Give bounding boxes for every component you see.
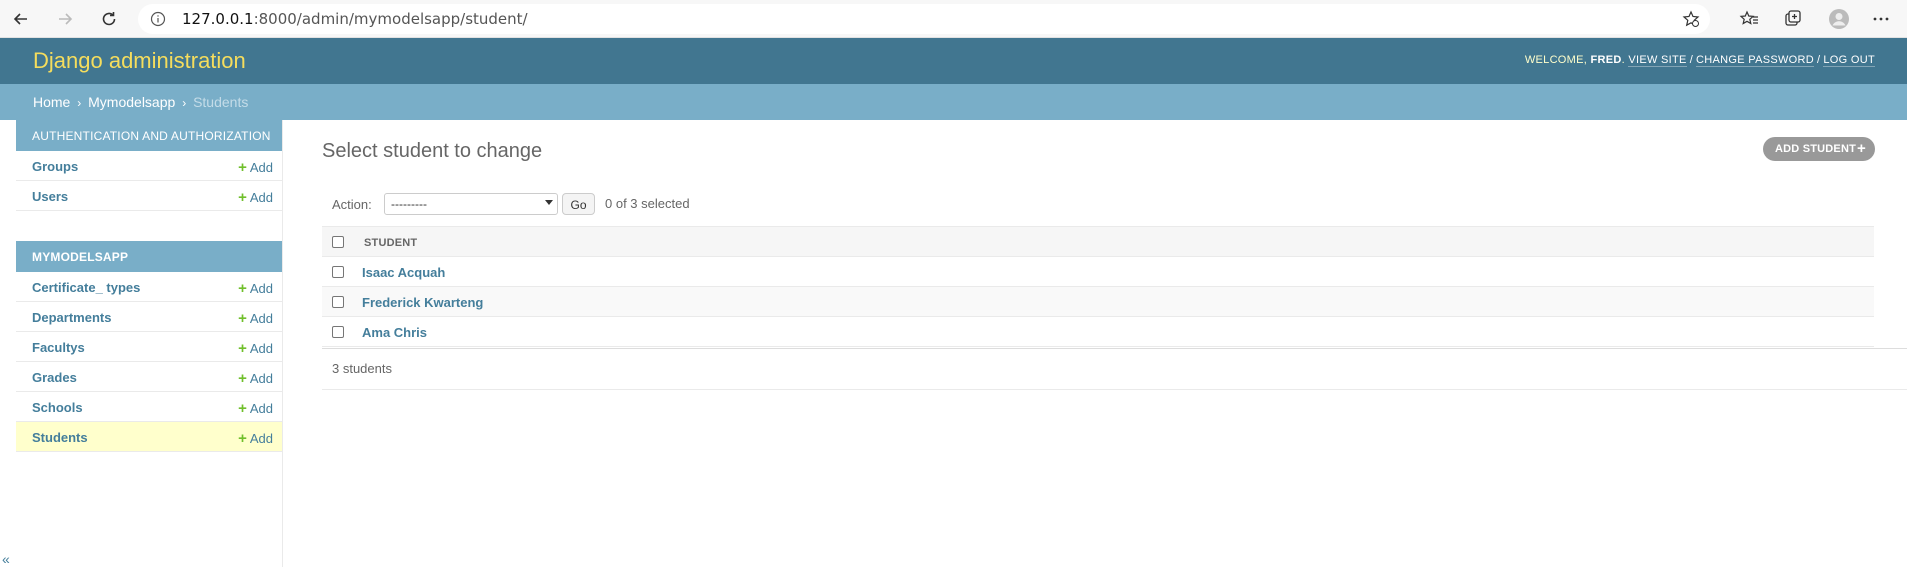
add-certificate-types-link[interactable]: + Add — [238, 280, 273, 297]
breadcrumb-app[interactable]: Mymodelsapp — [88, 94, 175, 110]
action-label: Action: — [332, 197, 372, 212]
view-site-link[interactable]: View site — [1628, 54, 1687, 67]
sidebar-item-students: Students + Add — [16, 422, 282, 452]
username: Fred — [1590, 54, 1622, 66]
sidebar-item-users: Users + Add — [16, 181, 282, 211]
profile-icon[interactable] — [1828, 8, 1850, 30]
table-header: Student — [322, 226, 1874, 257]
nav-sidebar: Authentication and Authorization Groups … — [16, 120, 283, 567]
breadcrumb-current: Students — [193, 94, 249, 110]
sidebar-item-groups: Groups + Add — [16, 151, 282, 181]
favorite-add-icon[interactable] — [1682, 10, 1700, 28]
table-row: Isaac Acquah — [322, 257, 1874, 287]
add-groups-link[interactable]: + Add — [238, 159, 273, 176]
favorites-icon[interactable] — [1738, 8, 1760, 30]
paginator: 3 students — [322, 348, 1907, 390]
action-bar: Action: --------- Go 0 of 3 selected — [322, 187, 1874, 223]
row-checkbox[interactable] — [332, 326, 344, 338]
student-link[interactable]: Ama Chris — [362, 325, 427, 340]
chevron-down-icon — [545, 200, 553, 205]
selection-counter: 0 of 3 selected — [605, 196, 690, 211]
plus-icon: + — [238, 280, 247, 297]
sidebar-item-certificate-types: Certificate_ types + Add — [16, 272, 282, 302]
add-schools-link[interactable]: + Add — [238, 400, 273, 417]
admin-header: Django administration Welcome, Fred. Vie… — [0, 38, 1907, 84]
model-link-groups[interactable]: Groups — [32, 159, 78, 174]
result-list: Student Isaac Acquah Frederick Kwarteng … — [322, 226, 1874, 347]
model-link-certificate-types[interactable]: Certificate_ types — [32, 280, 140, 295]
plus-icon: + — [238, 400, 247, 417]
plus-icon: + — [238, 430, 247, 447]
plus-icon: + — [238, 340, 247, 357]
breadcrumb-home[interactable]: Home — [33, 94, 70, 110]
site-branding[interactable]: Django administration — [33, 48, 246, 74]
model-link-departments[interactable]: Departments — [32, 310, 111, 325]
module-caption-mymodelsapp[interactable]: Mymodelsapp — [16, 241, 282, 272]
select-all-checkbox[interactable] — [332, 236, 344, 248]
plus-icon: + — [238, 189, 247, 206]
go-button[interactable]: Go — [562, 193, 595, 215]
url-text: 127.0.0.1:8000/admin/mymodelsapp/student… — [182, 10, 528, 28]
table-row: Frederick Kwarteng — [322, 287, 1874, 317]
student-link[interactable]: Frederick Kwarteng — [362, 295, 483, 310]
sidebar-item-grades: Grades + Add — [16, 362, 282, 392]
add-facultys-link[interactable]: + Add — [238, 340, 273, 357]
module-caption-auth[interactable]: Authentication and Authorization — [16, 120, 282, 151]
refresh-icon[interactable] — [96, 6, 122, 32]
collections-icon[interactable] — [1782, 8, 1804, 30]
plus-icon: + — [238, 159, 247, 176]
log-out-link[interactable]: Log out — [1823, 54, 1875, 67]
model-link-students[interactable]: Students — [32, 430, 88, 445]
row-checkbox[interactable] — [332, 296, 344, 308]
row-checkbox[interactable] — [332, 266, 344, 278]
table-row: Ama Chris — [322, 317, 1874, 347]
model-link-grades[interactable]: Grades — [32, 370, 77, 385]
page-title: Select student to change — [322, 140, 543, 162]
plus-icon: + — [238, 310, 247, 327]
action-select[interactable]: --------- — [384, 193, 558, 215]
add-grades-link[interactable]: + Add — [238, 370, 273, 387]
sidebar-item-schools: Schools + Add — [16, 392, 282, 422]
add-users-link[interactable]: + Add — [238, 189, 273, 206]
info-icon[interactable] — [150, 11, 166, 27]
plus-icon: + — [238, 370, 247, 387]
model-link-schools[interactable]: Schools — [32, 400, 83, 415]
model-link-users[interactable]: Users — [32, 189, 68, 204]
add-students-link[interactable]: + Add — [238, 430, 273, 447]
model-link-facultys[interactable]: Facultys — [32, 340, 85, 355]
user-tools: Welcome, Fred. View site / Change password… — [1524, 54, 1875, 67]
back-arrow-icon[interactable] — [8, 6, 34, 32]
student-link[interactable]: Isaac Acquah — [362, 265, 445, 280]
address-bar[interactable]: 127.0.0.1:8000/admin/mymodelsapp/student… — [138, 4, 1710, 34]
forward-arrow-icon[interactable] — [52, 6, 78, 32]
browser-toolbar: 127.0.0.1:8000/admin/mymodelsapp/student… — [0, 0, 1907, 38]
sidebar-item-facultys: Facultys + Add — [16, 332, 282, 362]
add-departments-link[interactable]: + Add — [238, 310, 273, 327]
column-header-student[interactable]: Student — [364, 237, 417, 249]
add-student-button[interactable]: Add student + — [1763, 137, 1875, 161]
breadcrumb: Home › Mymodelsapp › Students — [0, 84, 1907, 120]
more-icon[interactable] — [1870, 8, 1892, 30]
plus-icon: + — [1857, 140, 1866, 157]
sidebar-collapse-toggle[interactable]: « — [2, 551, 10, 567]
change-password-link[interactable]: Change password — [1696, 54, 1815, 67]
sidebar-item-departments: Departments + Add — [16, 302, 282, 332]
